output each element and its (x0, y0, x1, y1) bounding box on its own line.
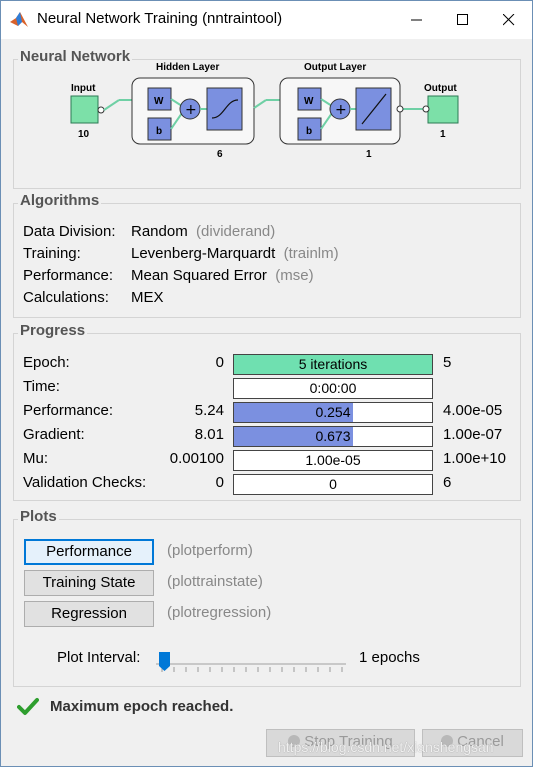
output-size: 1 (440, 129, 446, 140)
output-bias-label: b (306, 126, 312, 137)
gradient-start: 8.01 (194, 426, 224, 443)
network-diagram: Input 10 Hidden Layer W b + 6 Output Lay… (70, 62, 459, 160)
time-bar-text: 0:00:00 (309, 380, 357, 396)
main-content: Neural Network Input 10 Hidden Layer W b (1, 39, 532, 766)
alg-value-training: Levenberg-Marquardt (trainlm) (131, 245, 339, 262)
progress-label-performance: Performance: (23, 402, 114, 419)
validation-progress-bar: 0 (233, 474, 433, 495)
output-layer-size: 1 (366, 149, 372, 160)
progress-label-validation: Validation Checks: (23, 474, 147, 491)
alg-value-division: Random (dividerand) (131, 223, 276, 240)
svg-text:+: + (335, 102, 347, 118)
status-message: Maximum epoch reached. (50, 698, 234, 715)
progress-label-mu: Mu: (23, 450, 49, 467)
svg-text:+: + (185, 102, 197, 118)
progress-label-time: Time: (23, 378, 60, 395)
input-block (70, 95, 99, 124)
input-size: 10 (78, 129, 90, 140)
mu-end: 1.00e+10 (443, 450, 506, 467)
input-label: Input (71, 83, 96, 94)
epoch-end: 5 (443, 354, 452, 371)
regression-plot-button[interactable]: Regression (24, 601, 154, 627)
training-state-plot-func: (plottrainstate) (167, 573, 263, 590)
maximize-button[interactable] (440, 1, 486, 39)
regression-plot-func: (plotregression) (167, 604, 272, 621)
epoch-progress-bar: 5 iterations (233, 354, 433, 375)
hidden-bias-label: b (156, 126, 162, 137)
nntraintool-window: Neural Network Training (nntraintool) Ne… (0, 0, 533, 767)
progress-panel: Progress Epoch: 0 5 iterations 5 Time: 0… (13, 322, 521, 501)
input-arrow (103, 99, 120, 111)
alg-value-calculations: MEX (131, 289, 164, 306)
hidden-layer-label: Hidden Layer (156, 62, 219, 73)
epoch-start: 0 (215, 354, 224, 371)
progress-label-epoch: Epoch: (23, 354, 70, 371)
output-weight-label: W (304, 96, 314, 107)
alg-label-calculations: Calculations: (23, 289, 109, 306)
progress-title: Progress (18, 322, 88, 339)
progress-label-gradient: Gradient: (23, 426, 85, 443)
algorithms-panel: Algorithms Data Division: Random (divide… (13, 192, 521, 318)
gradient-end: 1.00e-07 (443, 426, 503, 443)
close-button[interactable] (486, 1, 532, 39)
watermark-text: https://blog.csdn.net/xianshengsan (278, 739, 494, 755)
plot-interval-value: 1 epochs (359, 649, 420, 666)
performance-bar-text: 0.254 (315, 404, 351, 420)
checkmark-icon (17, 698, 39, 715)
hidden-weight-label: W (154, 96, 164, 107)
output-layer-label: Output Layer (304, 62, 366, 73)
slider-thumb[interactable] (159, 652, 170, 672)
alg-label-training: Training: (23, 245, 81, 262)
plot-interval-slider[interactable] (156, 650, 346, 674)
minimize-icon (411, 19, 422, 21)
slider-thumb-icon (159, 652, 170, 671)
performance-plot-button[interactable]: Performance (24, 539, 154, 565)
output-port-icon (396, 105, 404, 113)
validation-bar-text: 0 (329, 476, 337, 492)
performance-progress-bar: 0.254 (233, 402, 433, 423)
output-label: Output (424, 83, 457, 94)
alg-label-division: Data Division: (23, 223, 116, 240)
epoch-bar-text: 5 iterations (298, 356, 368, 372)
plot-interval-label: Plot Interval: (57, 649, 141, 666)
window-title: Neural Network Training (nntraintool) (37, 10, 283, 27)
time-progress-bar: 0:00:00 (233, 378, 433, 399)
maximize-icon (457, 14, 468, 25)
plots-panel: Plots Performance (plotperform) Training… (13, 508, 521, 687)
performance-start: 5.24 (194, 402, 224, 419)
output-block (427, 95, 459, 124)
performance-end: 4.00e-05 (443, 402, 503, 419)
alg-label-performance: Performance: (23, 267, 114, 284)
neural-network-panel: Neural Network Input 10 Hidden Layer W b (13, 48, 521, 189)
validation-end: 6 (443, 474, 452, 491)
input-port-icon (97, 106, 105, 114)
slider-track (156, 663, 346, 665)
mu-progress-bar: 1.00e-05 (233, 450, 433, 471)
plots-title: Plots (18, 508, 59, 525)
close-icon (503, 14, 515, 26)
mu-start: 0.00100 (169, 450, 224, 467)
title-bar: Neural Network Training (nntraintool) (1, 1, 532, 39)
validation-start: 0 (215, 474, 224, 491)
training-state-plot-button[interactable]: Training State (24, 570, 154, 596)
mu-bar-text: 1.00e-05 (305, 452, 361, 468)
algorithms-title: Algorithms (18, 192, 102, 209)
matlab-logo-icon (10, 12, 28, 27)
gradient-progress-bar: 0.673 (233, 426, 433, 447)
alg-value-performance: Mean Squared Error (mse) (131, 267, 314, 284)
minimize-button[interactable] (394, 1, 440, 39)
hidden-size: 6 (217, 149, 223, 160)
gradient-bar-text: 0.673 (315, 428, 351, 444)
slider-ticks (161, 667, 343, 672)
performance-plot-func: (plotperform) (167, 542, 253, 559)
